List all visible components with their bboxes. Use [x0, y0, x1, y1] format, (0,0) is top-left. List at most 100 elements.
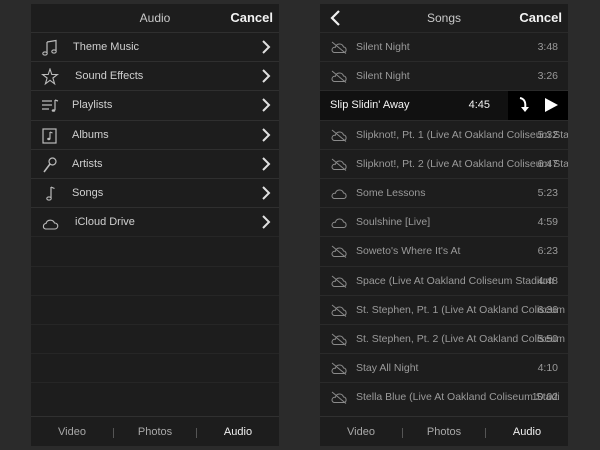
download-arrow-icon[interactable]	[516, 96, 532, 114]
audio-source-list: Theme Music Sound Effects Playlists Albu…	[31, 32, 279, 411]
list-item-label: Artists	[72, 157, 103, 170]
chevron-right-icon	[262, 98, 271, 113]
list-item-label: Theme Music	[73, 41, 140, 53]
song-title: Slip Slidin' Away	[330, 99, 410, 112]
song-row-active[interactable]: Slip Slidin' Away 4:45	[320, 90, 568, 120]
list-item-playlists[interactable]: Playlists	[31, 90, 279, 119]
song-title: Slipknot!, Pt. 1 (Live At Oakland Colise…	[356, 128, 568, 141]
song-row[interactable]: Soweto's Where It's At 6:23	[320, 236, 568, 265]
song-duration: 4:48	[537, 274, 558, 287]
song-row[interactable]: Stella Blue (Live At Oakland Coliseum St…	[320, 382, 568, 411]
empty-row	[31, 236, 279, 265]
cloud-icon	[42, 219, 59, 230]
song-actions	[508, 91, 568, 120]
song-title: Stella Blue (Live At Oakland Coliseum St…	[356, 391, 560, 404]
audio-navbar: Audio Cancel	[31, 4, 279, 32]
empty-row	[31, 265, 279, 295]
list-item-theme-music[interactable]: Theme Music	[31, 32, 279, 61]
song-row[interactable]: Stay All Night 4:10	[320, 353, 568, 382]
list-item-albums[interactable]: Albums	[31, 119, 279, 149]
song-title: Silent Night	[356, 41, 410, 53]
cloud-off-icon	[331, 362, 347, 375]
song-duration: 6:23	[537, 245, 558, 258]
list-item-sound-effects[interactable]: Sound Effects	[31, 61, 279, 90]
song-row[interactable]: Silent Night 3:26	[320, 61, 568, 90]
empty-row	[31, 353, 279, 382]
chevron-right-icon	[262, 40, 271, 54]
song-title: St. Stephen, Pt. 2 (Live At Oakland Coli…	[356, 332, 568, 345]
cloud-off-icon	[331, 70, 347, 84]
cloud-off-icon	[331, 129, 347, 142]
list-item-artists[interactable]: Artists	[31, 148, 279, 178]
microphone-icon	[43, 157, 57, 173]
music-note-icon	[42, 39, 57, 56]
chevron-right-icon	[262, 127, 271, 142]
tab-audio[interactable]: Audio	[486, 426, 568, 438]
tab-video[interactable]: Video	[31, 426, 113, 438]
cancel-button[interactable]: Cancel	[519, 10, 562, 25]
song-row[interactable]: Space (Live At Oakland Coliseum Stadium …	[320, 265, 568, 295]
cloud-off-icon	[331, 304, 347, 317]
song-row[interactable]: Slipknot!, Pt. 2 (Live At Oakland Colise…	[320, 148, 568, 178]
cloud-icon	[331, 218, 347, 229]
song-duration: 5:50	[537, 332, 558, 345]
song-title: Stay All Night	[356, 362, 419, 375]
song-title: Space (Live At Oakland Coliseum Stadium	[356, 274, 554, 287]
tab-photos[interactable]: Photos	[403, 426, 485, 438]
song-duration: 6:47	[537, 157, 558, 170]
chevron-right-icon	[262, 215, 271, 229]
song-row[interactable]: Some Lessons 5:23	[320, 177, 568, 207]
empty-row	[31, 323, 279, 353]
chevron-right-icon	[262, 186, 271, 200]
song-duration: 4:45	[468, 99, 490, 112]
cloud-off-icon	[331, 41, 347, 54]
tab-audio[interactable]: Audio	[197, 426, 279, 438]
song-duration: 4:10	[537, 362, 558, 375]
songs-navbar: Songs Cancel	[320, 4, 568, 32]
song-duration: 10:02	[531, 391, 558, 404]
song-title: Silent Night	[356, 70, 410, 83]
song-duration: 3:48	[537, 41, 558, 53]
tab-video[interactable]: Video	[320, 426, 402, 438]
song-duration: 3:26	[537, 70, 558, 83]
song-title: Some Lessons	[356, 186, 426, 199]
chevron-right-icon	[262, 69, 271, 83]
list-item-songs[interactable]: Songs	[31, 177, 279, 207]
tab-photos[interactable]: Photos	[114, 426, 196, 438]
chevron-right-icon	[262, 157, 271, 171]
song-duration: 5:32	[537, 128, 558, 141]
list-item-label: Playlists	[72, 99, 113, 112]
album-icon	[42, 127, 57, 144]
single-note-icon	[46, 186, 55, 201]
empty-row	[31, 294, 279, 324]
song-row[interactable]: St. Stephen, Pt. 2 (Live At Oakland Coli…	[320, 323, 568, 353]
song-duration: 6:36	[537, 303, 558, 316]
list-item-label: Songs	[72, 186, 104, 199]
list-item-label: iCloud Drive	[75, 216, 135, 229]
list-item-label: Albums	[72, 128, 109, 141]
playlist-icon	[42, 99, 59, 113]
song-row[interactable]: Soulshine [Live] 4:59	[320, 207, 568, 236]
songs-panel: Songs Cancel Silent Night 3:48 Silent Ni…	[320, 4, 568, 446]
cancel-button[interactable]: Cancel	[230, 10, 273, 25]
list-item-icloud-drive[interactable]: iCloud Drive	[31, 207, 279, 236]
empty-row	[31, 382, 279, 411]
song-title: Soweto's Where It's At	[356, 245, 461, 258]
song-row[interactable]: St. Stephen, Pt. 1 (Live At Oakland Coli…	[320, 294, 568, 324]
cloud-off-icon	[331, 158, 347, 171]
cloud-icon	[331, 189, 347, 199]
cloud-off-icon	[331, 333, 347, 346]
song-row[interactable]: Slipknot!, Pt. 1 (Live At Oakland Colise…	[320, 119, 568, 149]
cloud-off-icon	[331, 245, 347, 259]
song-duration: 5:23	[537, 186, 558, 199]
audio-panel: Audio Cancel Theme Music Sound Effects P…	[31, 4, 279, 446]
song-row[interactable]: Silent Night 3:48	[320, 32, 568, 61]
song-title: Soulshine [Live]	[356, 216, 431, 229]
song-duration: 4:59	[537, 216, 558, 229]
play-icon[interactable]	[542, 96, 560, 114]
sparkle-icon	[41, 68, 59, 86]
song-title: St. Stephen, Pt. 1 (Live At Oakland Coli…	[356, 303, 568, 316]
song-title: Slipknot!, Pt. 2 (Live At Oakland Colise…	[356, 157, 568, 170]
tab-bar: Video Photos Audio	[320, 416, 568, 446]
list-item-label: Sound Effects	[75, 70, 144, 83]
